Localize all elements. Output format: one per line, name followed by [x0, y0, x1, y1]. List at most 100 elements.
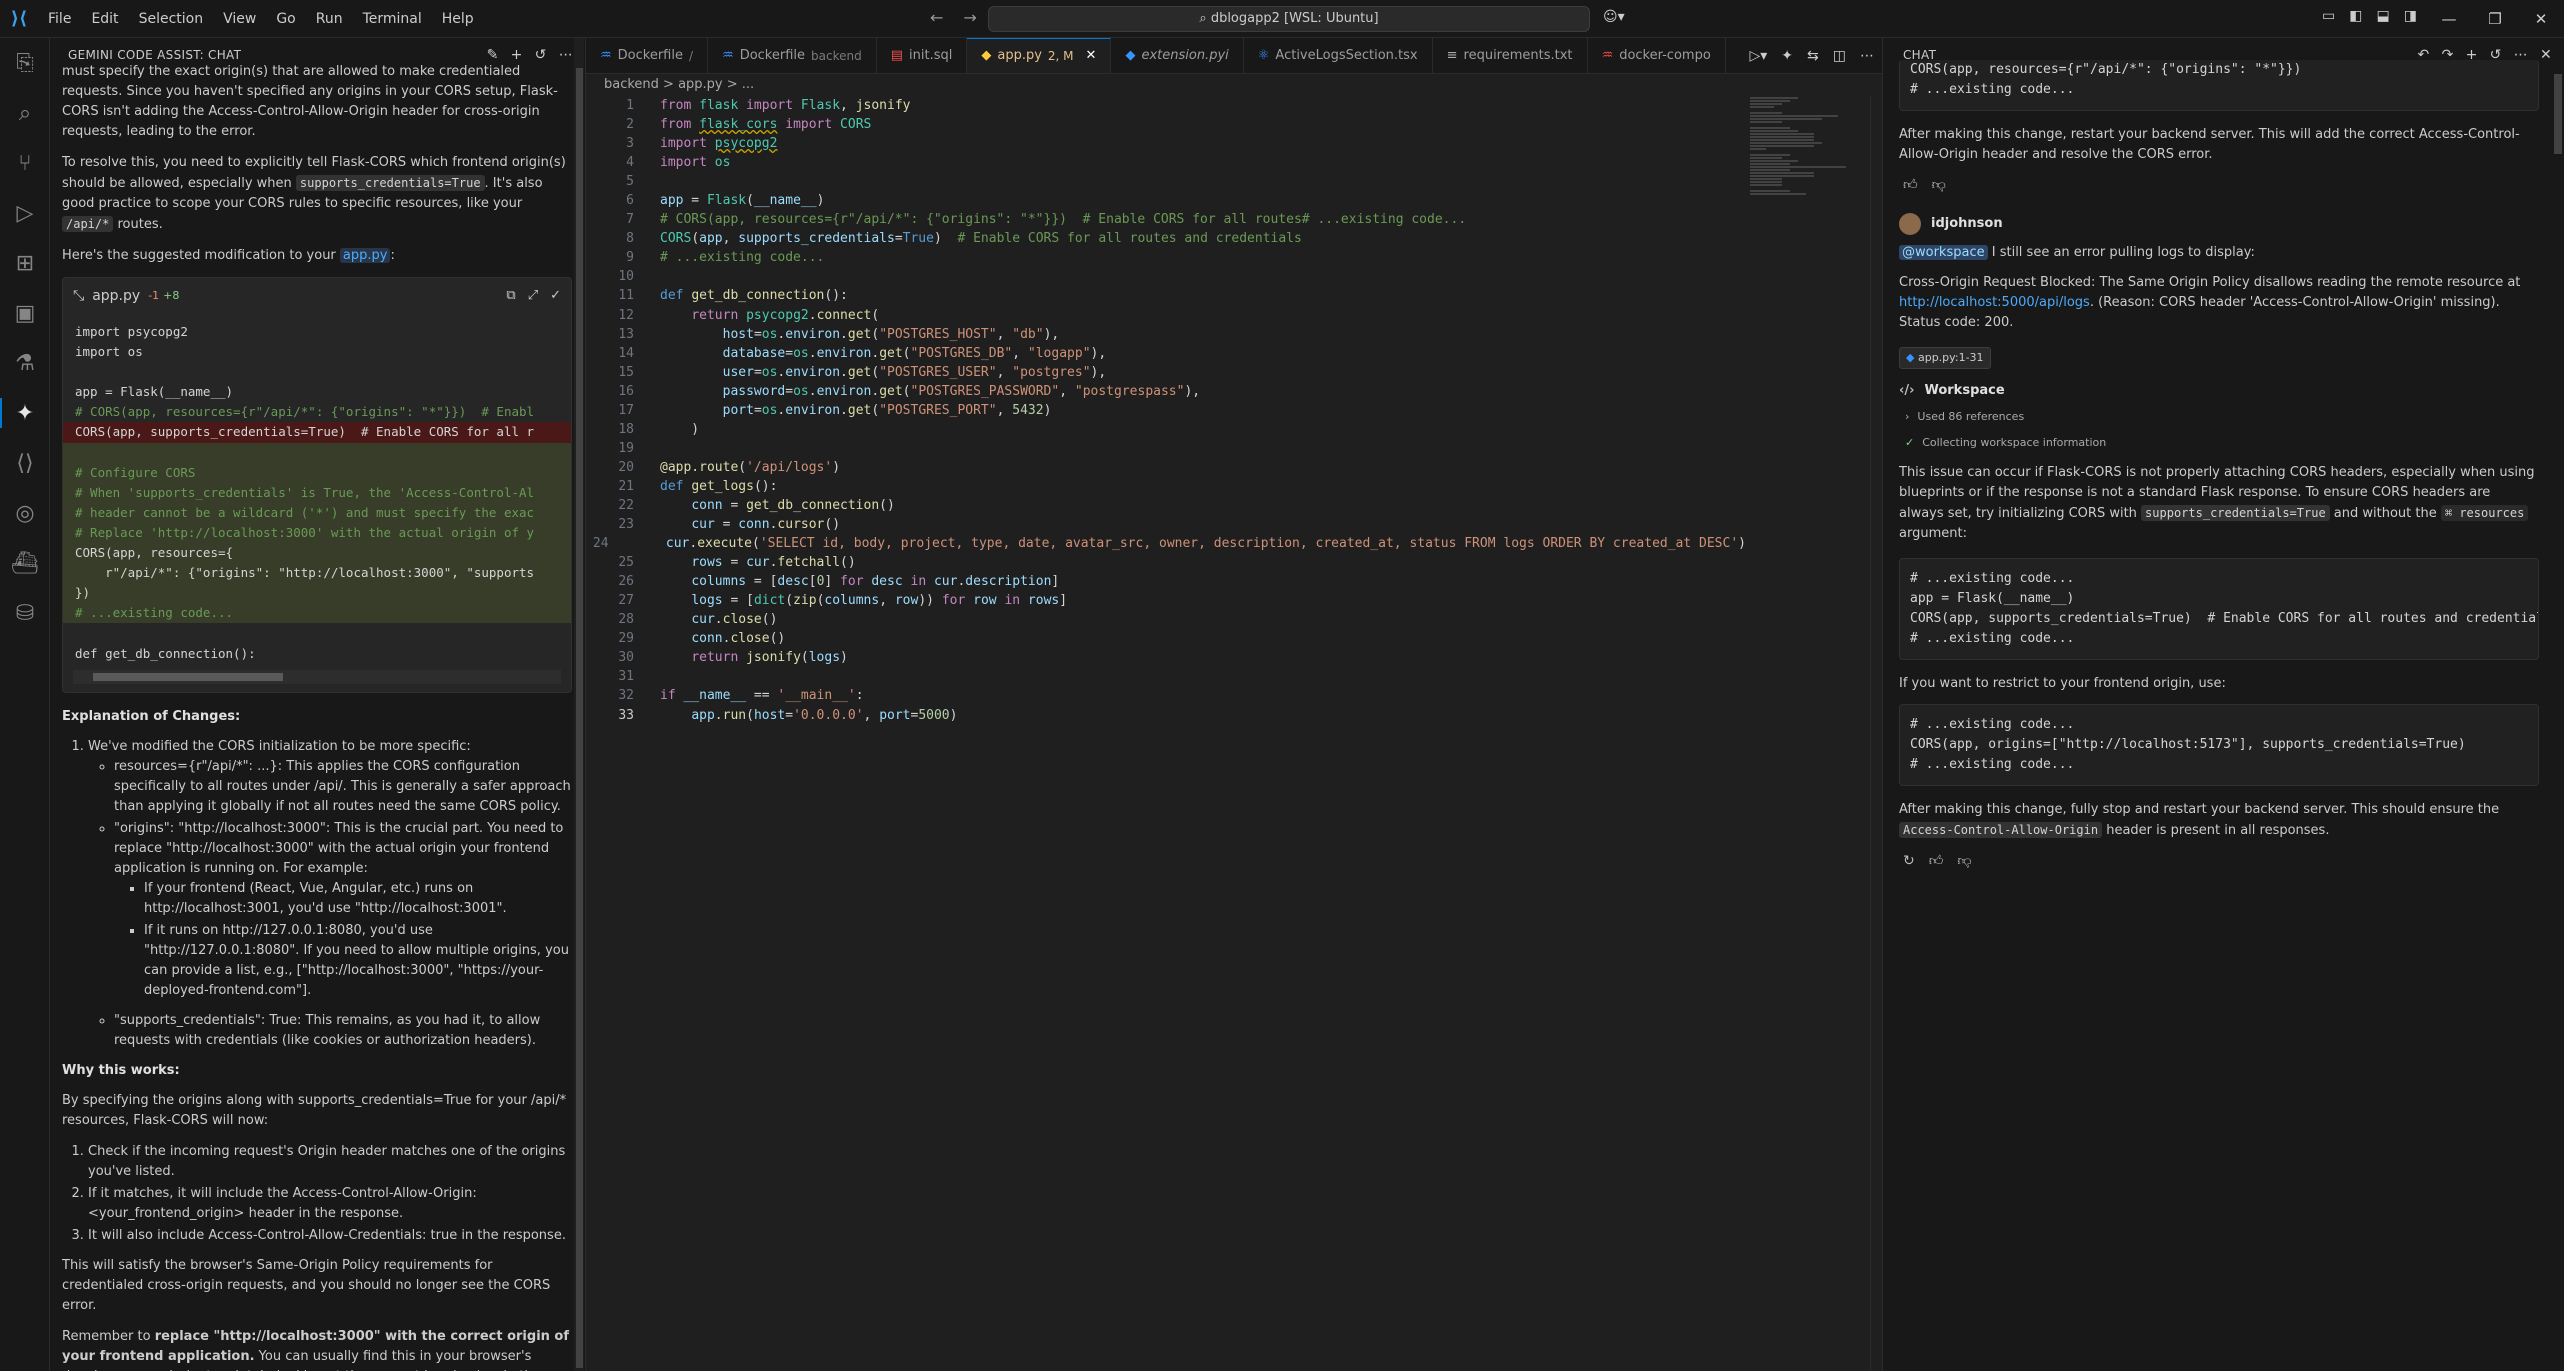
accept-icon[interactable]: ✓	[550, 286, 561, 306]
file-link[interactable]: app.py	[339, 248, 391, 263]
code-line: # header cannot be a wildcard ('*') and …	[63, 502, 571, 523]
minimize-icon[interactable]: —	[2426, 0, 2472, 38]
retry-icon[interactable]: ↻	[1903, 851, 1915, 871]
copilot-sidebar-icon[interactable]: ◎	[0, 488, 50, 538]
tab-description: /	[688, 48, 694, 63]
window-controls: — ❐ ✕	[2426, 0, 2564, 38]
chat-paragraph: After making this change, restart your b…	[1899, 127, 2520, 162]
menu-item-terminal[interactable]: Terminal	[353, 0, 432, 38]
menu-item-go[interactable]: Go	[266, 0, 305, 38]
list-item: "origins": "http://localhost:3000": This…	[114, 819, 572, 1001]
diff-icon[interactable]: ⤢	[528, 286, 538, 306]
horizontal-scrollbar[interactable]	[73, 669, 561, 684]
reference-chip[interactable]: ◆ app.py:1-31	[1899, 347, 1991, 369]
copy-icon[interactable]: ⧉	[506, 286, 515, 306]
tab-dockerfile[interactable]: ♒ Dockerfile backend	[708, 38, 877, 73]
mention-chip: @workspace	[1899, 245, 1988, 260]
testing-icon[interactable]: ⚗	[0, 338, 50, 388]
thumbs-down-icon[interactable]: 👎︎	[1932, 175, 1946, 195]
panel-title: GEMINI CODE ASSIST: CHAT	[68, 48, 242, 62]
thumbs-up-icon[interactable]: 👍︎	[1903, 175, 1918, 195]
gemini-chat-panel: GEMINI CODE ASSIST: CHAT ✎ + ↺ ⋯ must sp…	[50, 38, 586, 1371]
minimap[interactable]	[1750, 96, 1870, 195]
assistant-header: ‹/› Workspace	[1899, 381, 2539, 401]
explanation-list: We've modified the CORS initialization t…	[62, 737, 572, 1051]
code-editor[interactable]: 1 from flask import Flask, jsonify 2 from …	[586, 96, 1746, 725]
code-line	[63, 442, 571, 463]
history-icon[interactable]: ↺	[535, 47, 547, 63]
docker-icon[interactable]: ⛴	[0, 538, 50, 588]
tab-app-py[interactable]: ◆ app.py 2, M ✕	[967, 38, 1112, 74]
database-icon[interactable]: ⛁	[0, 588, 50, 638]
split-editor-icon[interactable]: ◫	[1833, 38, 1846, 74]
close-icon[interactable]: ✕	[2540, 47, 2552, 63]
toggle-panel-icon[interactable]: ⬓	[2376, 8, 2389, 24]
menu-item-selection[interactable]: Selection	[129, 0, 214, 38]
layout-icon[interactable]: ▭	[2322, 8, 2335, 24]
search-icon[interactable]: ⌕	[0, 88, 50, 138]
list-item: If it runs on http://127.0.0.1:8080, you…	[144, 921, 572, 1001]
dc-file-icon: ♒	[1601, 47, 1614, 63]
chat-paragraph: By specifying the origins along with sup…	[62, 1092, 567, 1128]
code-line: CORS(app, resources={	[63, 543, 571, 564]
forward-arrow-icon[interactable]: →	[963, 8, 976, 27]
toggle-sidebar-icon[interactable]: ◧	[2349, 8, 2362, 24]
tsx-file-icon: ⚛	[1257, 47, 1270, 63]
editor-area: ♒ Dockerfile / ♒ Dockerfile backend ▤ init.sql ◆…	[586, 38, 1882, 1371]
chat-paragraph: After making this change, fully stop and…	[1899, 802, 2500, 838]
user-header: idjohnson	[1899, 213, 2539, 235]
title-bar: ⟩⟨ File Edit Selection View Go Run Terminal Hel…	[0, 0, 2564, 38]
section-heading: Explanation of Changes:	[62, 708, 241, 724]
remote-icon[interactable]: ⟨⟩	[0, 438, 50, 488]
user-message: @workspace I still see an error pulling …	[1899, 243, 2539, 263]
back-arrow-icon[interactable]: ←	[930, 8, 943, 27]
error-link[interactable]: http://localhost:5000/api/logs	[1899, 295, 2090, 310]
menu-item-run[interactable]: Run	[306, 0, 353, 38]
tab-label: ActiveLogsSection.tsx	[1275, 47, 1418, 63]
add-icon[interactable]: +	[511, 47, 523, 63]
extensions-icon[interactable]: ⊞	[0, 238, 50, 288]
panel-scrollbar[interactable]	[574, 38, 584, 1371]
addition-count: +8	[163, 289, 180, 302]
more-icon[interactable]: ⋯	[559, 47, 573, 63]
menu-item-file[interactable]: File	[38, 0, 81, 38]
tab-extension-pyi[interactable]: ◆ extension.pyi	[1111, 38, 1244, 73]
source-control-icon[interactable]: ⑂	[0, 138, 50, 188]
expand-icon[interactable]: ⤡	[73, 286, 84, 306]
used-references[interactable]: › Used 86 references	[1905, 407, 2539, 427]
progress-status: ✓ Collecting workspace information	[1905, 433, 2539, 453]
editor-scrollbar[interactable]	[1870, 96, 1882, 1371]
chat-paragraph: This issue can occur if Flask-CORS is no…	[1899, 465, 2535, 541]
tab-activelogssection-tsx[interactable]: ⚛ ActiveLogsSection.tsx	[1244, 38, 1433, 73]
tab-docker-compo[interactable]: ♒ docker-compo	[1588, 38, 1726, 73]
gemini-action-icon[interactable]: ✦	[1781, 38, 1793, 74]
toggle-secondary-sidebar-icon[interactable]: ◨	[2404, 8, 2417, 24]
chat-scrollbar[interactable]	[2554, 74, 2562, 154]
more-actions-icon[interactable]: ⋯	[1860, 38, 1874, 74]
menu-item-view[interactable]: View	[213, 0, 266, 38]
run-debug-icon[interactable]: ▷	[0, 188, 50, 238]
menu-item-help[interactable]: Help	[432, 0, 484, 38]
remote-explorer-icon[interactable]: ▣	[0, 288, 50, 338]
close-tab-icon[interactable]: ✕	[1086, 38, 1097, 74]
code-line: def get_db_connection():	[75, 645, 256, 661]
copilot-icon[interactable]: ☺▾	[1603, 9, 1625, 25]
compare-icon[interactable]: ⇆	[1807, 38, 1819, 74]
close-icon[interactable]: ✕	[2518, 0, 2564, 38]
command-center-search[interactable]: ⌕ dblogapp2 [WSL: Ubuntu]	[988, 6, 1590, 32]
new-chat-icon[interactable]: ✎	[487, 47, 499, 63]
sql-file-icon: ▤	[890, 47, 904, 63]
tab-dockerfile[interactable]: ♒ Dockerfile /	[586, 38, 709, 73]
explorer-icon[interactable]: ⎘	[0, 38, 50, 88]
thumbs-down-icon[interactable]: 👎︎	[1957, 851, 1971, 871]
breadcrumb[interactable]: backend > app.py > ...	[586, 74, 1882, 96]
tab-requirements-txt[interactable]: ≡ requirements.txt	[1433, 38, 1588, 73]
tab-init-sql[interactable]: ▤ init.sql	[877, 38, 968, 73]
thumbs-up-icon[interactable]: 👍︎	[1929, 851, 1944, 871]
menu-item-edit[interactable]: Edit	[81, 0, 128, 38]
restore-icon[interactable]: ❐	[2472, 0, 2518, 38]
tab-description: backend	[811, 48, 862, 63]
list-item: "supports_credentials": True: This remai…	[114, 1011, 572, 1051]
gemini-icon[interactable]: ✦	[0, 388, 50, 438]
run-icon[interactable]: ▷▾	[1750, 38, 1768, 74]
